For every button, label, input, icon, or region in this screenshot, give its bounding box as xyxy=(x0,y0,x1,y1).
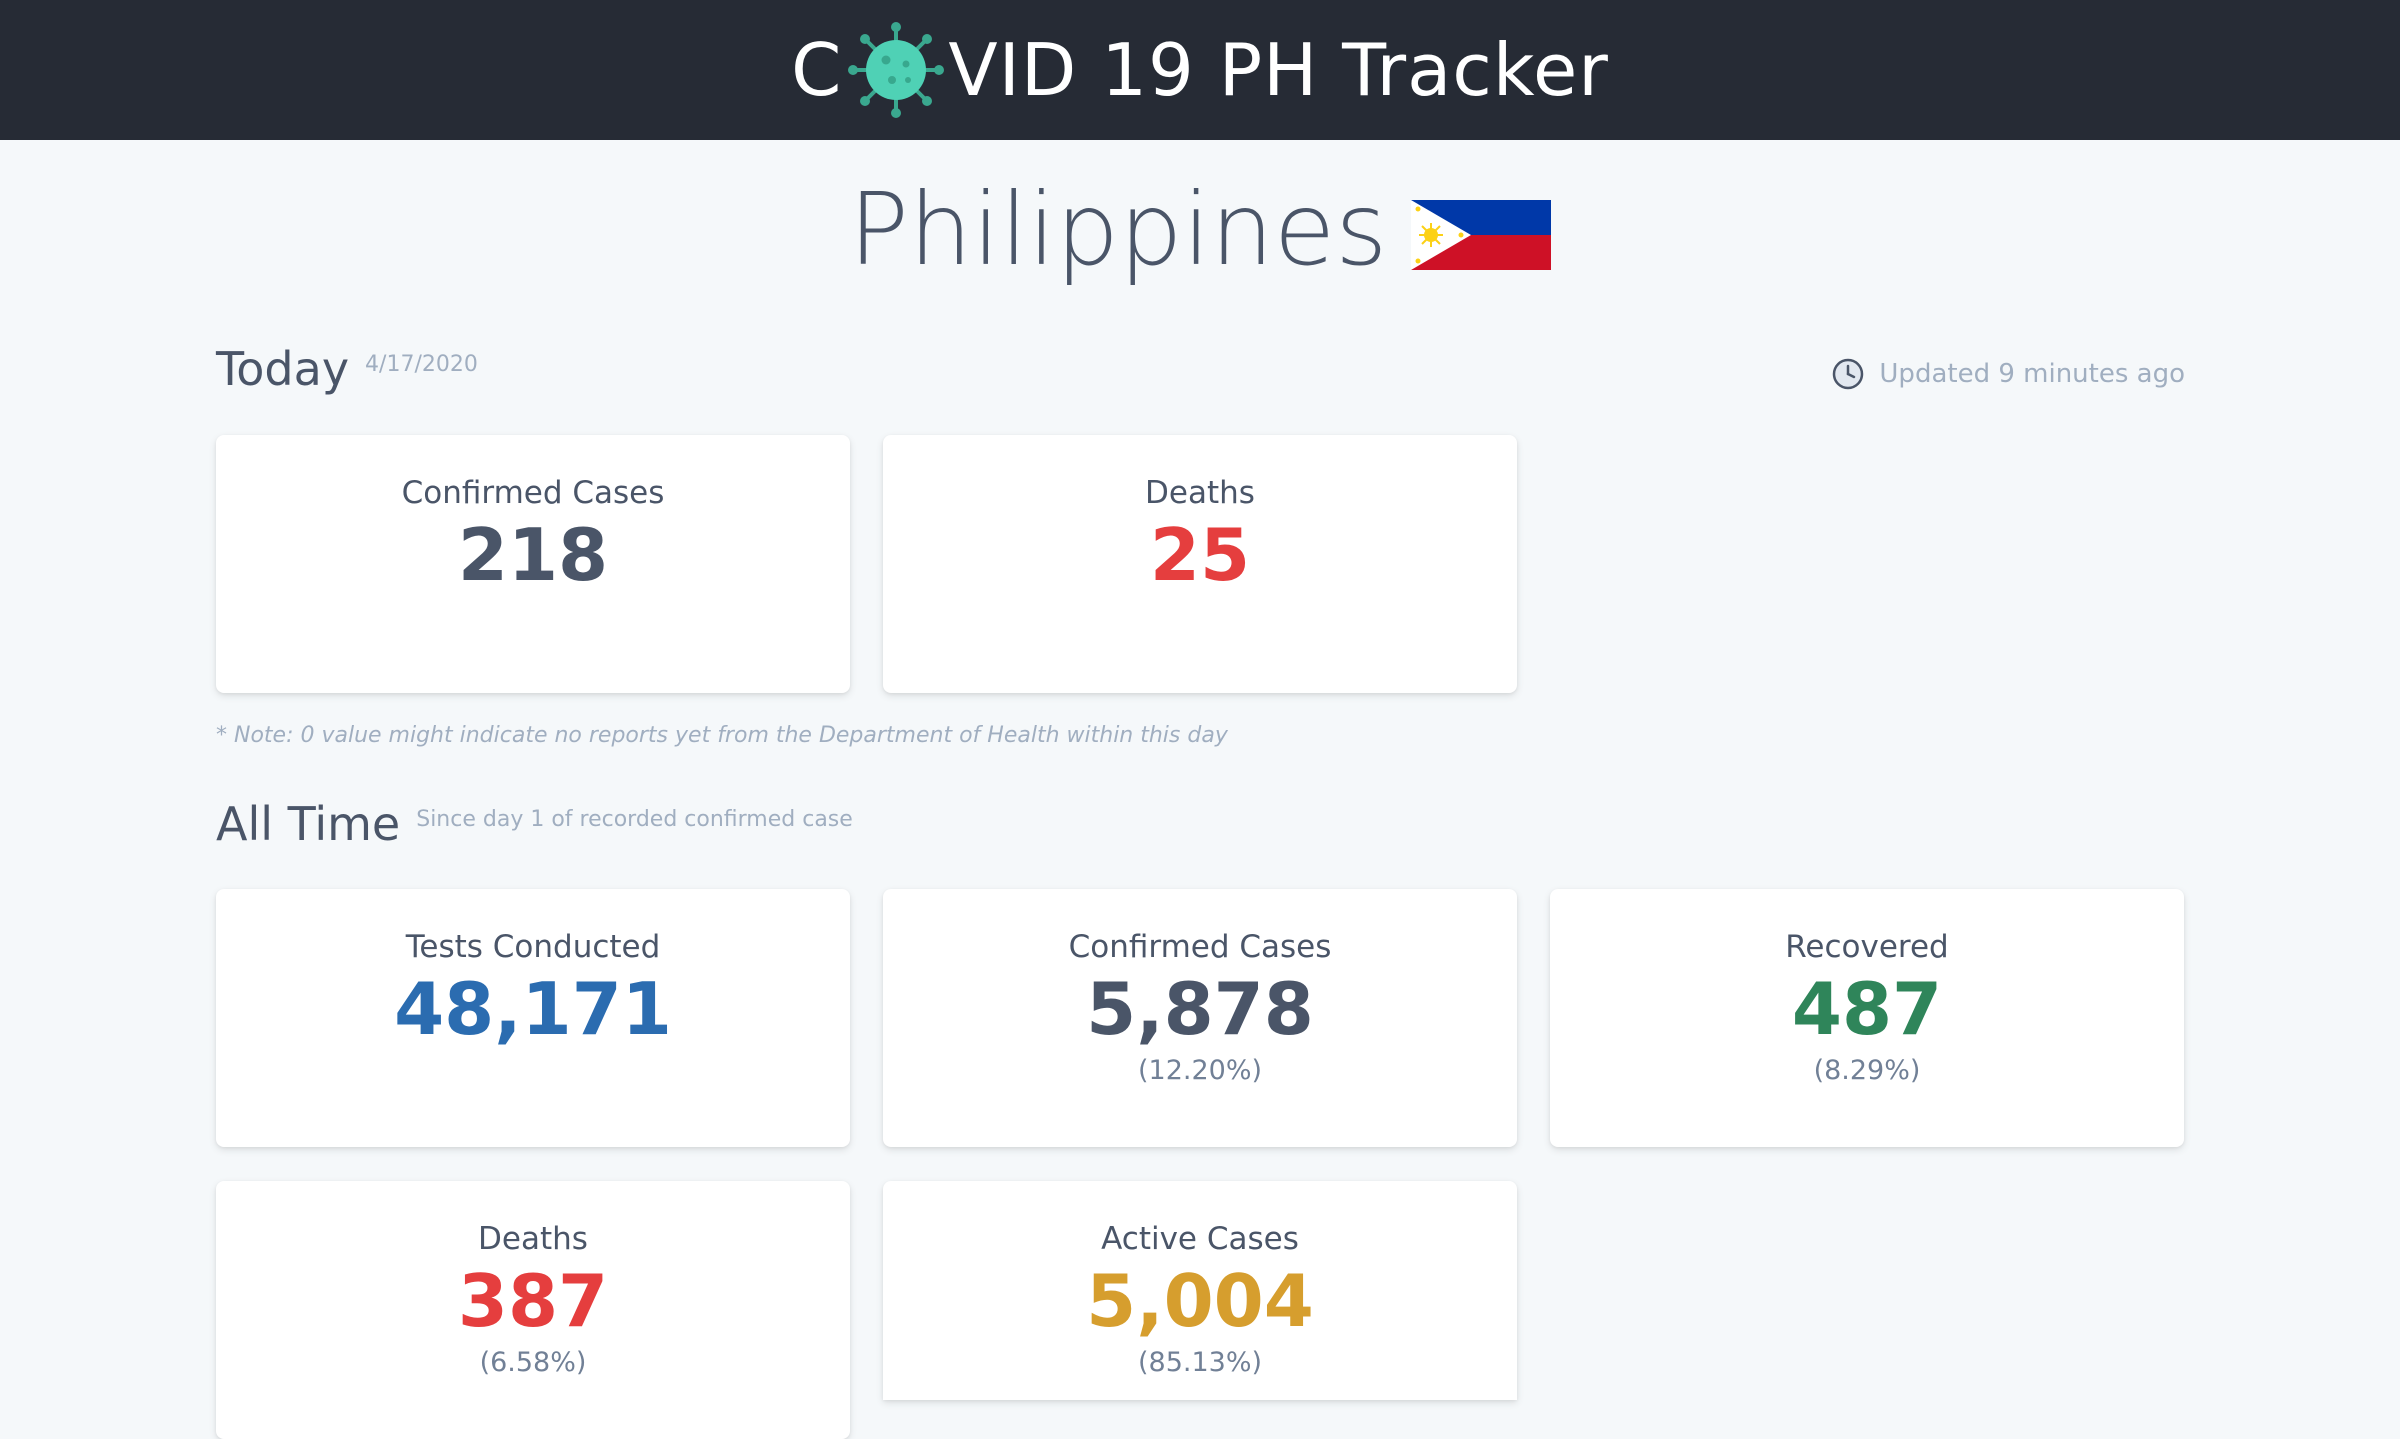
card-label: Confirmed Cases xyxy=(401,475,665,511)
card-value: 218 xyxy=(457,513,609,598)
tests-conducted-card: Tests Conducted 48,171 xyxy=(216,889,850,1147)
today-date: 4/17/2020 xyxy=(365,352,478,377)
updated-status: Updated 9 minutes ago xyxy=(1831,357,2185,391)
country-name: Philippines xyxy=(848,171,1388,288)
card-label: Deaths xyxy=(478,1221,588,1257)
title-suffix: VID 19 PH Tracker xyxy=(948,28,1609,112)
all-time-section-header: All Time Since day 1 of recorded confirm… xyxy=(216,797,853,851)
card-label: Confirmed Cases xyxy=(1068,929,1332,965)
all-time-confirmed-card: Confirmed Cases 5,878 (12.20%) xyxy=(883,889,1517,1147)
today-confirmed-card: Confirmed Cases 218 xyxy=(216,435,850,693)
today-section-header: Today 4/17/2020 xyxy=(216,342,478,396)
card-value: 387 xyxy=(457,1259,609,1344)
card-value: 25 xyxy=(1149,513,1251,598)
card-percentage: (6.58%) xyxy=(479,1347,587,1379)
virus-icon xyxy=(848,22,945,118)
card-value: 487 xyxy=(1791,967,1943,1052)
all-time-heading: All Time xyxy=(216,797,401,851)
card-label: Recovered xyxy=(1785,929,1949,965)
today-heading: Today xyxy=(216,342,350,396)
today-deaths-card: Deaths 25 xyxy=(883,435,1517,693)
all-time-deaths-card: Deaths 387 (6.58%) xyxy=(216,1181,850,1439)
active-cases-card: Active Cases 5,004 (85.13%) xyxy=(883,1181,1517,1400)
card-label: Deaths xyxy=(1145,475,1255,511)
card-value: 5,878 xyxy=(1086,967,1314,1052)
card-percentage: (85.13%) xyxy=(1137,1347,1263,1379)
card-value: 5,004 xyxy=(1086,1259,1314,1344)
title-prefix: C xyxy=(791,28,843,112)
recovered-card: Recovered 487 (8.29%) xyxy=(1550,889,2184,1147)
card-label: Active Cases xyxy=(1101,1221,1299,1257)
card-value: 48,171 xyxy=(394,967,672,1052)
app-title[interactable]: C VID 19 PH Tracker xyxy=(791,20,1609,120)
card-label: Tests Conducted xyxy=(405,929,661,965)
philippines-flag-icon xyxy=(1411,200,1552,270)
all-time-subtitle: Since day 1 of recorded confirmed case xyxy=(416,807,853,832)
clock-icon xyxy=(1833,358,1864,390)
card-percentage: (12.20%) xyxy=(1137,1055,1263,1087)
country-heading: Philippines xyxy=(0,175,2400,285)
today-note: * Note: 0 value might indicate no report… xyxy=(216,723,1228,748)
updated-text: Updated 9 minutes ago xyxy=(1879,359,2185,389)
top-navbar: C VID 19 PH Tracker xyxy=(0,0,2400,140)
card-percentage: (8.29%) xyxy=(1813,1055,1921,1087)
